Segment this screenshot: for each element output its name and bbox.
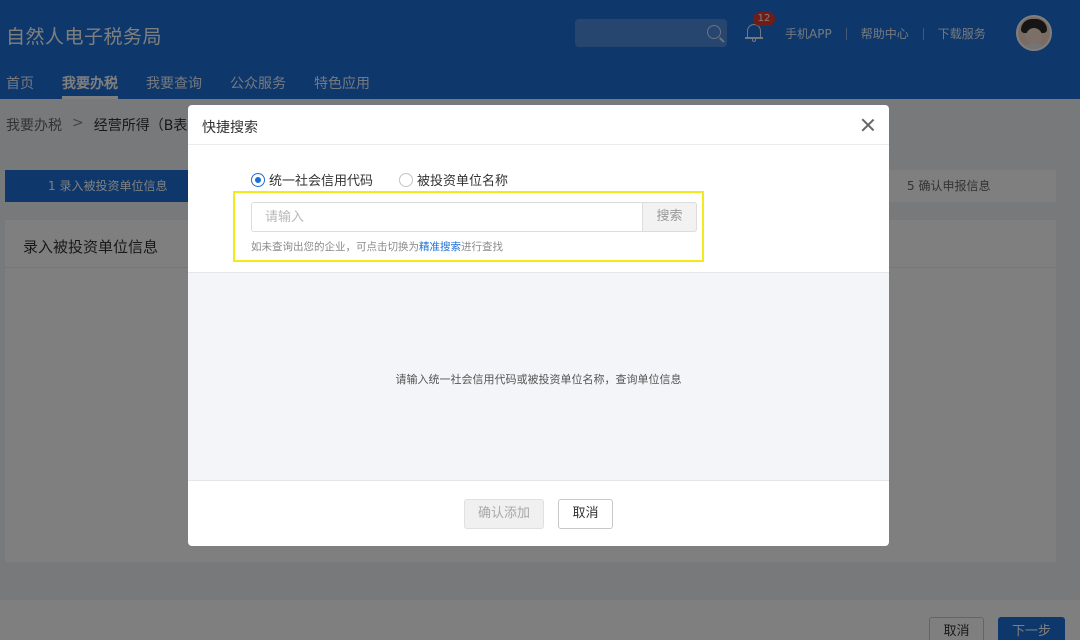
empty-result-message: 请输入统一社会信用代码或被投资单位名称，查询单位信息 (395, 373, 682, 386)
confirm-add-button[interactable]: 确认添加 (464, 499, 544, 529)
search-button[interactable]: 搜索 (642, 202, 697, 232)
radio-credit-code-label[interactable]: 统一社会信用代码 (269, 170, 373, 189)
search-type-radio-group: 统一社会信用代码 被投资单位名称 (251, 170, 534, 189)
radio-company-name[interactable]: 被投资单位名称 (399, 170, 508, 189)
radio-checked-icon[interactable] (251, 172, 265, 187)
radio-credit-code[interactable]: 统一社会信用代码 (251, 170, 373, 189)
precise-search-link[interactable]: 精准搜索 (419, 241, 461, 253)
hint-prefix: 如未查询出您的企业，可点击切换为 (251, 241, 419, 253)
hint-suffix: 进行查找 (461, 241, 503, 253)
close-icon[interactable] (860, 117, 876, 133)
dialog-title: 快捷搜索 (202, 120, 258, 136)
divider (188, 144, 889, 145)
quick-search-dialog: 快捷搜索 统一社会信用代码 被投资单位名称 搜索 如未查询出您的企业，可点击切换… (188, 105, 889, 546)
search-hint: 如未查询出您的企业，可点击切换为精准搜索进行查找 (251, 239, 503, 254)
dialog-cancel-button[interactable]: 取消 (558, 499, 613, 529)
search-result-area: 请输入统一社会信用代码或被投资单位名称，查询单位信息 (188, 272, 889, 481)
radio-unchecked-icon[interactable] (399, 172, 414, 187)
search-input[interactable] (251, 202, 642, 232)
radio-company-name-label[interactable]: 被投资单位名称 (417, 170, 508, 189)
